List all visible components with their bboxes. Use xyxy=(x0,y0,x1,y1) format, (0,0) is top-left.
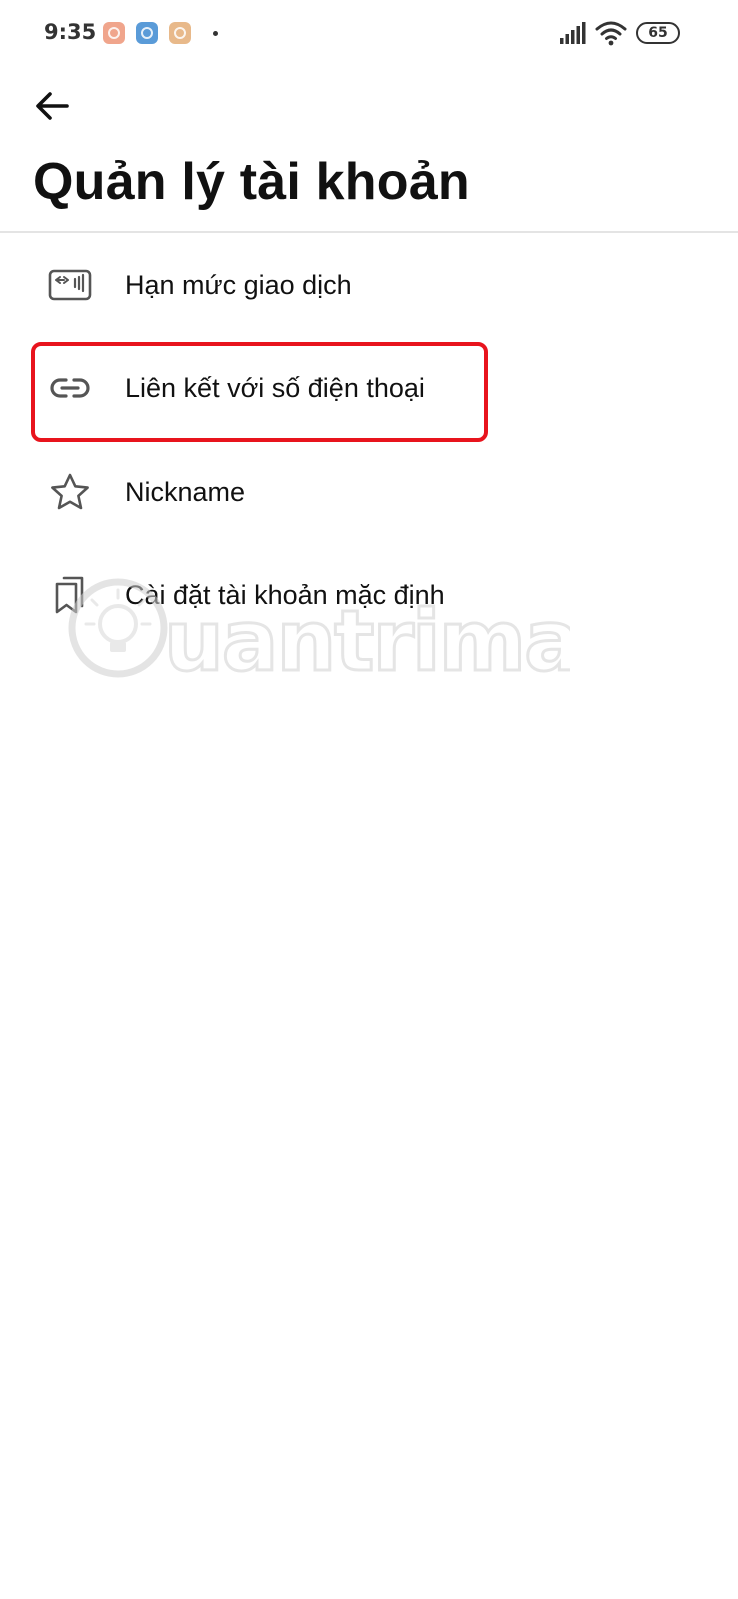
watermark-logo: uantrimang xyxy=(68,578,570,690)
arrow-left-icon xyxy=(36,92,69,120)
link-icon xyxy=(46,364,94,412)
menu-item-label: Hạn mức giao dịch xyxy=(125,270,352,300)
watermark-text: uantrimang xyxy=(164,592,570,690)
header-divider xyxy=(0,231,738,233)
signal-icon xyxy=(560,22,586,44)
back-button[interactable] xyxy=(28,82,76,130)
app-notification-icon xyxy=(136,22,158,44)
battery-indicator: 65 xyxy=(636,22,680,44)
account-management-screen: 9:35 65 Quản lý tài khoản Hạn mức giao d… xyxy=(0,0,738,1599)
star-icon xyxy=(46,468,94,516)
app-notification-icon xyxy=(169,22,191,44)
app-notification-icon xyxy=(103,22,125,44)
page-title: Quản lý tài khoản xyxy=(33,153,470,211)
menu-item-label: Liên kết với số điện thoại xyxy=(125,373,425,403)
menu-item-label: Nickname xyxy=(125,477,246,507)
status-bar: 9:35 65 xyxy=(0,0,738,68)
wifi-icon xyxy=(595,21,627,46)
status-time: 9:35 xyxy=(44,20,97,44)
menu-item-transaction-limit[interactable]: Hạn mức giao dịch xyxy=(0,237,738,333)
menu-item-nickname[interactable]: Nickname xyxy=(0,444,738,540)
more-notifications-icon xyxy=(213,31,218,36)
menu-item-link-phone[interactable]: Liên kết với số điện thoại xyxy=(0,340,738,436)
card-limit-icon xyxy=(46,261,94,309)
